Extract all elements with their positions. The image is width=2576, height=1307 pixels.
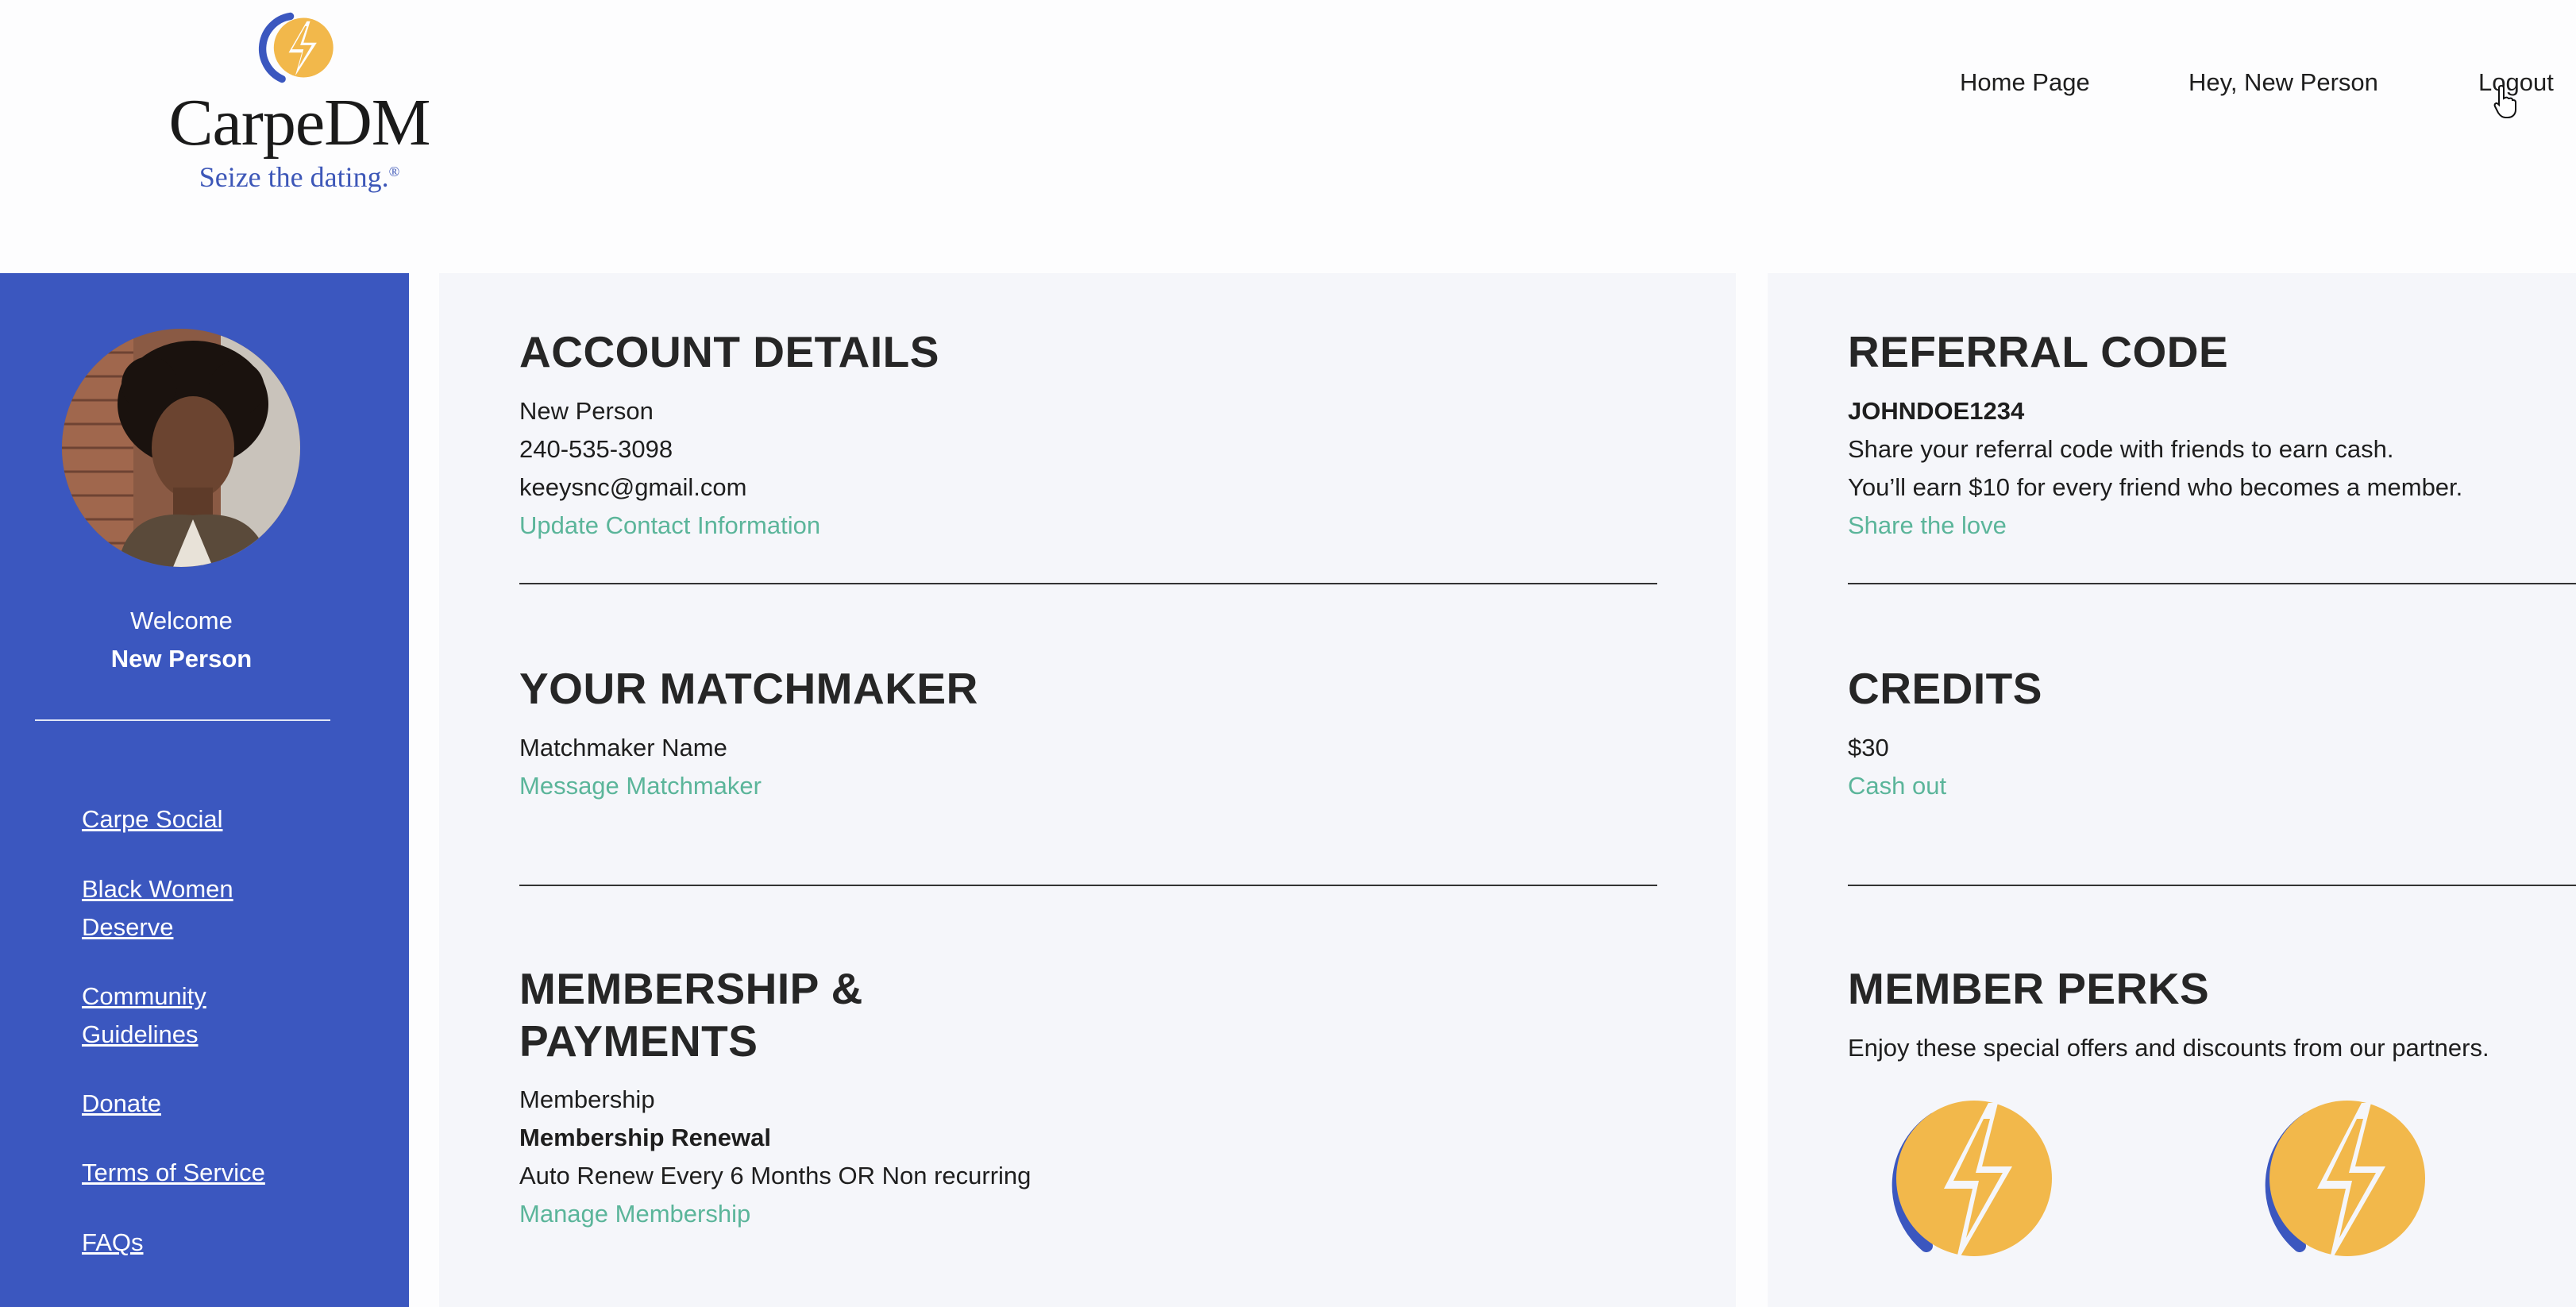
- matchmaker-name: Matchmaker Name: [519, 734, 727, 761]
- sidebar-link-faqs[interactable]: FAQs: [82, 1224, 288, 1262]
- sidebar-link-community-guidelines[interactable]: Community Guidelines: [82, 977, 272, 1054]
- profile-photo: [62, 329, 300, 567]
- welcome-user-name: New Person: [110, 645, 253, 673]
- section-divider: [1848, 583, 2576, 584]
- partner-perk-lightning-icon[interactable]: [2252, 1087, 2427, 1270]
- credits-amount: $30: [1848, 734, 1889, 761]
- partner-perk-lightning-icon[interactable]: [1879, 1087, 2053, 1270]
- update-contact-link[interactable]: Update Contact Information: [519, 511, 820, 540]
- lightning-bolt-icon: [258, 12, 334, 83]
- referral-line-2: You’ll earn $10 for every friend who bec…: [1848, 473, 2463, 501]
- sidebar: Welcome New Person Carpe Social Black Wo…: [0, 273, 409, 1307]
- account-email: keeysnc@gmail.com: [519, 473, 747, 501]
- membership-renewal-value: Auto Renew Every 6 Months OR Non recurri…: [519, 1162, 1032, 1189]
- membership-label: Membership: [519, 1085, 655, 1113]
- manage-membership-link[interactable]: Manage Membership: [519, 1200, 750, 1228]
- welcome-label: Welcome: [130, 607, 233, 634]
- account-details-title: ACCOUNT DETAILS: [519, 327, 939, 376]
- logo-tagline: Seize the dating.®: [199, 161, 400, 193]
- avatar[interactable]: [62, 329, 300, 567]
- cash-out-link[interactable]: Cash out: [1848, 772, 1946, 800]
- membership-title-line1: MEMBERSHIP &: [519, 964, 863, 1013]
- hand-cursor-icon: [2493, 84, 2516, 118]
- main-panel-right: REFERRAL CODE JOHNDOE1234 Share your ref…: [1768, 273, 2576, 1307]
- account-name: New Person: [519, 397, 654, 425]
- share-the-love-link[interactable]: Share the love: [1848, 511, 2007, 540]
- section-divider: [519, 583, 1657, 584]
- message-matchmaker-link[interactable]: Message Matchmaker: [519, 772, 762, 800]
- membership-title-line2: PAYMENTS: [519, 1016, 758, 1066]
- member-perks-title: MEMBER PERKS: [1848, 964, 2210, 1013]
- nav-home-page[interactable]: Home Page: [1960, 68, 2090, 97]
- sidebar-divider: [35, 719, 330, 721]
- sidebar-link-carpe-social[interactable]: Carpe Social: [82, 800, 288, 839]
- nav-user-greeting[interactable]: Hey, New Person: [2188, 68, 2378, 97]
- logo-wordmark: CarpeDM: [168, 86, 431, 160]
- sidebar-link-terms-of-service[interactable]: Terms of Service: [82, 1154, 336, 1192]
- site-header: CarpeDM Seize the dating.® Home Page Hey…: [0, 0, 2576, 273]
- matchmaker-title: YOUR MATCHMAKER: [519, 664, 978, 713]
- sidebar-link-donate[interactable]: Donate: [82, 1085, 288, 1123]
- main-panel-left: ACCOUNT DETAILS New Person 240-535-3098 …: [439, 273, 1736, 1307]
- sidebar-link-black-women-deserve[interactable]: Black Women Deserve: [82, 870, 272, 947]
- referral-code-title: REFERRAL CODE: [1848, 327, 2229, 376]
- referral-code-value: JOHNDOE1234: [1848, 397, 2025, 425]
- section-divider: [519, 885, 1657, 886]
- credits-title: CREDITS: [1848, 664, 2042, 713]
- referral-line-1: Share your referral code with friends to…: [1848, 435, 2394, 463]
- member-perks-description: Enjoy these special offers and discounts…: [1848, 1034, 2489, 1062]
- section-divider: [1848, 885, 2576, 886]
- carpedm-logo[interactable]: CarpeDM Seize the dating.®: [168, 6, 430, 194]
- account-phone: 240-535-3098: [519, 435, 673, 463]
- membership-renewal-label: Membership Renewal: [519, 1124, 771, 1151]
- registered-mark: ®: [388, 164, 400, 179]
